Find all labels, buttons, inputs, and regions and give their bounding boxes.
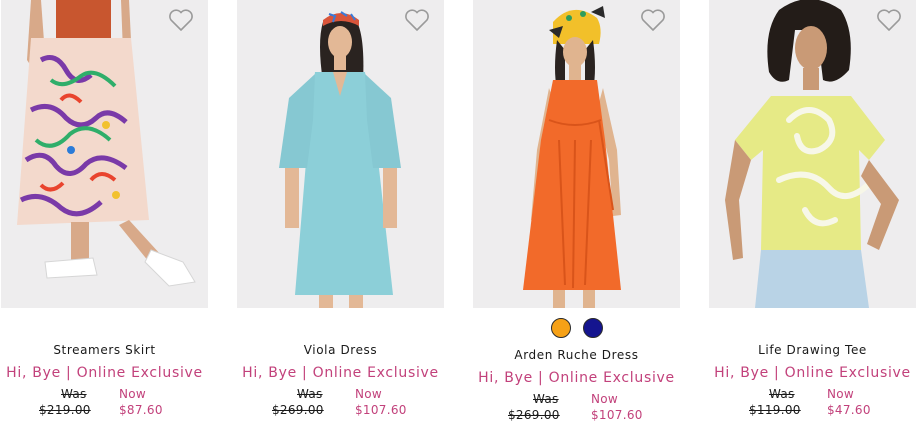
now-label: Now bbox=[827, 387, 855, 401]
promo-label: Hi, Bye | Online Exclusive bbox=[714, 365, 911, 381]
product-name[interactable]: Life Drawing Tee bbox=[709, 343, 916, 357]
promo-label: Hi, Bye | Online Exclusive bbox=[478, 370, 675, 386]
swatch-navy[interactable] bbox=[582, 318, 603, 338]
product-card-arden-ruche-dress[interactable]: Arden Ruche Dress Hi, Bye | Online Exclu… bbox=[473, 0, 680, 422]
was-price: $269.00 bbox=[272, 403, 324, 417]
product-card-streamers-skirt[interactable]: Streamers Skirt Hi, Bye | Online Exclusi… bbox=[1, 0, 208, 422]
heart-outline-icon[interactable] bbox=[168, 8, 194, 32]
was-label: Was bbox=[533, 392, 559, 406]
color-swatches bbox=[473, 318, 680, 340]
price-block: Was $269.00 Now $107.60 bbox=[473, 392, 680, 422]
now-label: Now bbox=[591, 392, 619, 406]
was-label: Was bbox=[297, 387, 323, 401]
was-price: $219.00 bbox=[39, 403, 91, 417]
product-name[interactable]: Viola Dress bbox=[237, 343, 444, 357]
model-photo-dress bbox=[279, 11, 401, 308]
heart-outline-icon[interactable] bbox=[640, 8, 666, 32]
model-photo-dress bbox=[523, 6, 621, 308]
product-image[interactable] bbox=[237, 0, 444, 308]
promo-label: Hi, Bye | Online Exclusive bbox=[242, 365, 439, 381]
was-price: $269.00 bbox=[508, 408, 560, 422]
price-block: Was $119.00 Now $47.60 bbox=[709, 387, 916, 421]
product-card-viola-dress[interactable]: Viola Dress Hi, Bye | Online Exclusive W… bbox=[237, 0, 444, 422]
product-image[interactable] bbox=[473, 0, 680, 308]
product-image[interactable] bbox=[709, 0, 916, 308]
was-label: Was bbox=[769, 387, 795, 401]
promo-label: Hi, Bye | Online Exclusive bbox=[6, 365, 203, 381]
price-block: Was $219.00 Now $87.60 bbox=[1, 387, 208, 421]
swatch-orange[interactable] bbox=[550, 318, 571, 338]
now-label: Now bbox=[355, 387, 383, 401]
heart-outline-icon[interactable] bbox=[876, 8, 902, 32]
product-card-life-drawing-tee[interactable]: Life Drawing Tee Hi, Bye | Online Exclus… bbox=[709, 0, 916, 422]
product-name[interactable]: Streamers Skirt bbox=[1, 343, 208, 357]
model-photo-skirt bbox=[17, 0, 196, 287]
now-price: $107.60 bbox=[591, 408, 643, 422]
product-image[interactable] bbox=[1, 0, 208, 308]
now-price: $87.60 bbox=[119, 403, 163, 417]
heart-outline-icon[interactable] bbox=[404, 8, 430, 32]
now-label: Now bbox=[119, 387, 147, 401]
price-block: Was $269.00 Now $107.60 bbox=[237, 387, 444, 421]
product-name[interactable]: Arden Ruche Dress bbox=[473, 348, 680, 362]
now-price: $47.60 bbox=[827, 403, 871, 417]
was-price: $119.00 bbox=[749, 403, 801, 417]
was-label: Was bbox=[61, 387, 87, 401]
now-price: $107.60 bbox=[355, 403, 407, 417]
model-photo-tee bbox=[725, 0, 899, 308]
